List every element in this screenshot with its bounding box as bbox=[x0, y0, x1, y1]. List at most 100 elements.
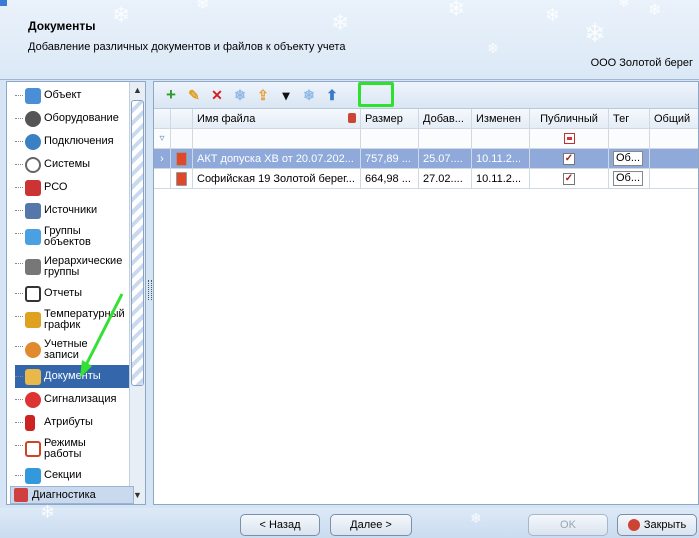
panel-splitter[interactable] bbox=[148, 280, 152, 300]
header-size[interactable]: Размер bbox=[361, 109, 419, 128]
edit-icon[interactable]: ✎ bbox=[185, 86, 203, 104]
upload-icon[interactable]: ⬆ bbox=[323, 86, 341, 104]
sidebar-item-work-modes[interactable]: Режимы работы bbox=[15, 434, 137, 464]
public-checkbox[interactable]: ✓ bbox=[530, 149, 609, 168]
header-public[interactable]: Публичный bbox=[530, 109, 609, 128]
cell-common bbox=[650, 169, 698, 188]
sidebar-item-reports[interactable]: Отчеты bbox=[15, 282, 137, 305]
ok-button[interactable]: OK bbox=[528, 514, 608, 536]
folder-icon bbox=[25, 368, 41, 385]
gauge-icon bbox=[25, 110, 41, 127]
sidebar-item-alarms[interactable]: Сигнализация bbox=[15, 388, 137, 411]
wizard-window: ❄ ❄ ❄ ❄ ❄ ❄ ❄ ❄ ❄ Документы Добавление р… bbox=[0, 0, 699, 538]
cell-filename[interactable]: Софийская 19 Золотой берег... bbox=[193, 169, 361, 188]
diagnostics-label: Диагностика bbox=[32, 489, 96, 501]
refresh-icon[interactable]: ❄ bbox=[231, 86, 249, 104]
header-icon-col bbox=[171, 109, 193, 128]
cell-changed: 10.11.2... bbox=[472, 169, 530, 188]
filter-cell[interactable] bbox=[609, 129, 650, 148]
header-indicator bbox=[154, 109, 171, 128]
snowflake-icon: ❄ bbox=[584, 18, 606, 48]
globe-icon bbox=[25, 133, 41, 150]
back-label: < Назад bbox=[259, 519, 301, 531]
sidebar-item-sections[interactable]: Секции bbox=[15, 464, 137, 487]
header-filename[interactable]: Имя файла bbox=[193, 109, 361, 128]
filter-cell[interactable] bbox=[419, 129, 472, 148]
add-icon[interactable]: + bbox=[162, 85, 180, 104]
sidebar-item-label: Иерархические группы bbox=[44, 255, 123, 278]
snowflake-icon: ❄ bbox=[40, 502, 56, 522]
sidebar-item-label: Документы bbox=[44, 370, 101, 382]
group-icon bbox=[25, 229, 41, 245]
sidebar-item-label: Температурный график bbox=[44, 308, 125, 331]
filter-icon[interactable]: ▿ bbox=[154, 129, 171, 148]
cell-added: 25.07.... bbox=[419, 149, 472, 168]
public-checkbox[interactable]: ✓ bbox=[530, 169, 609, 188]
sidebar-item-rso[interactable]: РСО bbox=[15, 176, 137, 199]
sidebar-item-label: Источники bbox=[44, 204, 98, 216]
scrollbar-thumb[interactable] bbox=[131, 100, 144, 386]
sidebar-item-attributes[interactable]: Атрибуты bbox=[15, 411, 137, 434]
cell-filename[interactable]: АКТ допуска ХВ от 20.07.202... bbox=[193, 149, 361, 168]
sidebar-item-accounts[interactable]: Учетные записи bbox=[15, 335, 137, 365]
sidebar-item-documents[interactable]: Документы bbox=[15, 365, 137, 388]
save-icon[interactable]: ▾ bbox=[277, 86, 295, 104]
report-icon bbox=[25, 285, 41, 302]
close-icon bbox=[627, 519, 640, 531]
diagnostics-section[interactable]: Диагностика bbox=[10, 486, 134, 504]
filter-row: ▿ bbox=[154, 129, 698, 149]
header-changed[interactable]: Изменен bbox=[472, 109, 530, 128]
sidebar-item-object-groups[interactable]: Группы объектов bbox=[15, 222, 137, 252]
cell-size: 664,98 ... bbox=[361, 169, 419, 188]
sidebar-item-object[interactable]: Объект bbox=[15, 84, 137, 107]
cell-size: 757,89 ... bbox=[361, 149, 419, 168]
app-icon bbox=[0, 0, 7, 6]
public-check-icon: ✓ bbox=[563, 172, 575, 185]
snowflake-icon: ❄ bbox=[196, 0, 210, 13]
building-icon bbox=[25, 179, 41, 196]
filter-cell[interactable] bbox=[193, 129, 361, 148]
sidebar-item-label: Объект bbox=[44, 89, 82, 101]
filter-public-checkbox[interactable] bbox=[530, 129, 609, 148]
close-button[interactable]: Закрыть bbox=[617, 514, 697, 536]
sidebar-item-label: Учетные записи bbox=[44, 338, 88, 361]
sidebar-item-equipment[interactable]: Оборудование bbox=[15, 107, 137, 130]
open-folder-icon[interactable]: ⇪ bbox=[254, 86, 272, 104]
sidebar-item-connections[interactable]: Подключения bbox=[15, 130, 137, 153]
snowflake-icon: ❄ bbox=[648, 2, 662, 19]
table-header-row: Имя файла Размер Добав... Изменен Публич… bbox=[154, 109, 698, 129]
filter-cell[interactable] bbox=[472, 129, 530, 148]
sidebar-scrollbar[interactable]: ▲ ▼ bbox=[129, 82, 145, 504]
sidebar-item-label: Оборудование bbox=[44, 112, 119, 124]
pdf-file-icon bbox=[171, 149, 193, 168]
cell-tag[interactable]: Об... bbox=[609, 169, 650, 188]
sort-marker-icon bbox=[348, 113, 356, 123]
header-added[interactable]: Добав... bbox=[419, 109, 472, 128]
page-title: Документы bbox=[28, 19, 96, 33]
cell-tag[interactable]: Об... bbox=[609, 149, 650, 168]
scroll-up-arrow-icon[interactable]: ▲ bbox=[130, 83, 145, 97]
table-row[interactable]: Софийская 19 Золотой берег... 664,98 ...… bbox=[154, 169, 698, 189]
house-icon bbox=[25, 87, 41, 104]
sidebar-item-sources[interactable]: Источники bbox=[15, 199, 137, 222]
snowflake-refresh-icon[interactable]: ❄ bbox=[300, 86, 318, 104]
ok-label: OK bbox=[560, 519, 576, 531]
sidebar-item-systems[interactable]: Системы bbox=[15, 153, 137, 176]
sidebar-item-temperature-chart[interactable]: Температурный график bbox=[15, 305, 137, 335]
filter-cell[interactable] bbox=[650, 129, 698, 148]
close-label: Закрыть bbox=[643, 519, 687, 531]
public-check-icon: ✓ bbox=[563, 152, 575, 165]
diagnostics-icon bbox=[14, 488, 28, 502]
table-row[interactable]: › АКТ допуска ХВ от 20.07.202... 757,89 … bbox=[154, 149, 698, 169]
footer-bar: ❄ ❄ < Назад Далее > OK Закрыть bbox=[0, 502, 699, 538]
sidebar-item-label: Атрибуты bbox=[44, 416, 93, 428]
header-common[interactable]: Общий bbox=[650, 109, 698, 128]
back-button[interactable]: < Назад bbox=[240, 514, 320, 536]
header-tag[interactable]: Тег bbox=[609, 109, 650, 128]
sidebar-item-label: Сигнализация bbox=[44, 393, 117, 405]
page-subtitle: Добавление различных документов и файлов… bbox=[28, 41, 346, 53]
next-button[interactable]: Далее > bbox=[330, 514, 412, 536]
filter-cell[interactable] bbox=[361, 129, 419, 148]
sidebar-item-hierarchy-groups[interactable]: Иерархические группы bbox=[15, 252, 137, 282]
delete-icon[interactable]: ✕ bbox=[208, 86, 226, 104]
